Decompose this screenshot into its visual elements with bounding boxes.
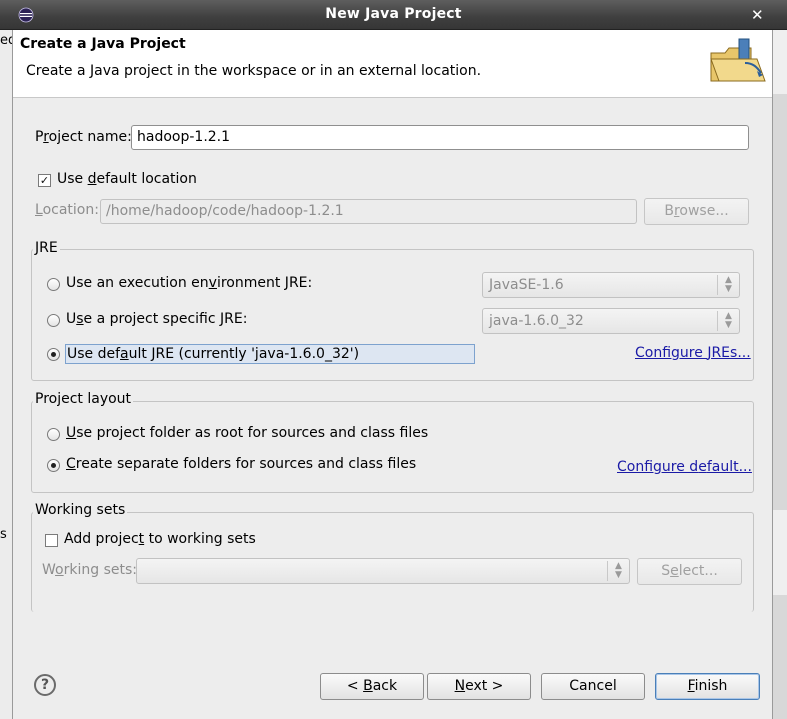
project-name-input[interactable]: hadoop-1.2.1 (131, 125, 749, 150)
background-window-strip-right (773, 30, 787, 94)
project-specific-jre-label[interactable]: Use a project specific JRE: (66, 311, 247, 327)
add-to-working-sets-label[interactable]: Add project to working sets (64, 531, 256, 547)
location-label: Location: (35, 202, 99, 218)
execution-environment-jre-label[interactable]: Use an execution environment JRE: (66, 275, 312, 291)
execution-environment-select[interactable]: JavaSE-1.6 ▲ ▼ (482, 272, 740, 298)
background-window-text: s (0, 527, 7, 542)
combo-arrows-icon: ▲ ▼ (717, 275, 739, 295)
combo-arrows-icon: ▲ ▼ (607, 561, 629, 581)
use-default-location-label[interactable]: Use default location (57, 171, 197, 187)
working-sets-select[interactable]: ▲ ▼ (136, 558, 630, 584)
default-jre-label[interactable]: Use default JRE (currently 'java-1.6.0_3… (65, 344, 475, 364)
separate-folders-radio[interactable] (47, 459, 60, 472)
use-default-location-checkbox[interactable]: ✓ (38, 174, 51, 187)
back-button[interactable]: < Back (320, 673, 424, 700)
project-layout-group-title: Project layout (33, 391, 134, 407)
project-name-label: Project name: (35, 129, 132, 145)
working-sets-label: Working sets: (42, 562, 137, 578)
wizard-title: Create a Java Project (20, 36, 186, 52)
separate-folders-label[interactable]: Create separate folders for sources and … (66, 456, 416, 472)
project-folder-as-root-radio[interactable] (47, 428, 60, 441)
help-icon[interactable]: ? (34, 674, 56, 696)
combo-arrows-icon: ▲ ▼ (717, 311, 739, 331)
new-java-project-dialog: Create a Java Project Create a Java proj… (12, 30, 773, 719)
location-input[interactable]: /home/hadoop/code/hadoop-1.2.1 (100, 199, 637, 224)
project-specific-jre-radio[interactable] (47, 314, 60, 327)
cancel-button[interactable]: Cancel (541, 673, 645, 700)
java-project-folder-icon (710, 38, 766, 82)
window-titlebar[interactable]: New Java Project ✕ (0, 0, 787, 30)
background-window-strip-right (773, 510, 787, 595)
jre-group-title: JRE (33, 240, 60, 256)
working-sets-group-title: Working sets (33, 502, 128, 518)
project-folder-as-root-label[interactable]: Use project folder as root for sources a… (66, 425, 428, 441)
select-working-sets-button[interactable]: Select... (637, 558, 742, 585)
wizard-header: Create a Java Project Create a Java proj… (13, 30, 772, 98)
next-button[interactable]: Next > (427, 673, 531, 700)
configure-jres-link[interactable]: Configure JREs... (635, 345, 751, 361)
configure-default-link[interactable]: Configure default... (617, 459, 752, 475)
default-jre-radio[interactable] (47, 348, 60, 361)
add-to-working-sets-checkbox[interactable] (45, 534, 58, 547)
project-layout-group (31, 401, 754, 493)
window-title: New Java Project (325, 6, 462, 22)
project-specific-jre-select[interactable]: java-1.6.0_32 ▲ ▼ (482, 308, 740, 334)
close-icon[interactable]: ✕ (751, 6, 764, 24)
browse-button[interactable]: Browse... (644, 198, 749, 225)
background-window-strip (0, 30, 12, 719)
execution-environment-jre-radio[interactable] (47, 278, 60, 291)
wizard-description: Create a Java project in the workspace o… (26, 63, 482, 79)
finish-button[interactable]: Finish (655, 673, 760, 700)
